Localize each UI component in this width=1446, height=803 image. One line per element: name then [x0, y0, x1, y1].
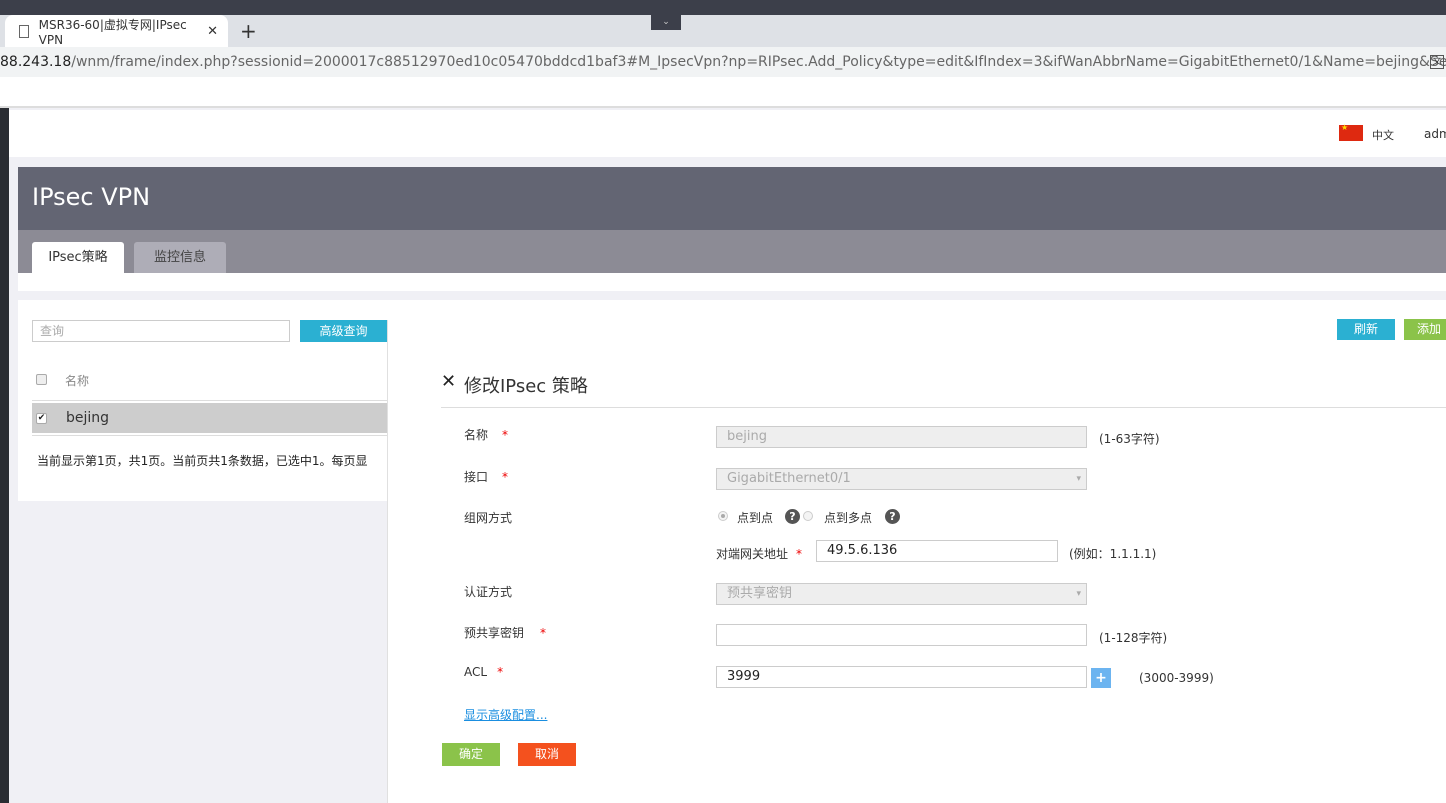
- bookmarks-bar: [0, 77, 1446, 108]
- auth-method-label: 认证方式: [464, 585, 513, 599]
- user-menu[interactable]: adm: [1424, 127, 1446, 141]
- refresh-button[interactable]: 刷新: [1337, 319, 1395, 340]
- tab-bar: [18, 230, 1446, 273]
- help-icon[interactable]: ?: [785, 509, 800, 524]
- tab-ipsec-policy[interactable]: IPsec策略: [32, 242, 124, 273]
- add-button[interactable]: 添加: [1404, 319, 1446, 340]
- divider: [441, 407, 1446, 408]
- name-field[interactable]: bejing: [716, 426, 1087, 448]
- help-icon[interactable]: ?: [885, 509, 900, 524]
- add-acl-icon[interactable]: +: [1091, 668, 1111, 688]
- required-mark: *: [540, 626, 547, 640]
- panel-header: [18, 167, 1446, 230]
- browser-tab[interactable]: MSR36-60|虚拟专网|IPsec VPN ✕: [5, 15, 228, 47]
- required-mark: *: [796, 547, 803, 561]
- list-pane-bottom: [18, 501, 387, 803]
- option-point-to-multipoint[interactable]: 点到多点: [824, 509, 872, 526]
- dialog-title: 修改IPsec 策略: [464, 376, 588, 397]
- chevron-down-icon[interactable]: ⌄: [651, 15, 681, 30]
- ok-button[interactable]: 确定: [442, 743, 500, 766]
- auth-method-select[interactable]: 预共享密钥: [716, 583, 1087, 605]
- advanced-query-button[interactable]: 高级查询: [300, 320, 387, 342]
- psk-hint: (1-128字符): [1099, 631, 1168, 645]
- select-all-checkbox[interactable]: [36, 374, 47, 385]
- tab-monitor-info[interactable]: 监控信息: [134, 242, 226, 273]
- label-text: ACL: [464, 665, 488, 679]
- url-host: 88.243.18: [0, 54, 72, 70]
- address-bar[interactable]: 88.243.18/wnm/frame/index.php?sessionid=…: [0, 47, 1446, 77]
- acl-input[interactable]: 3999: [716, 666, 1087, 688]
- browser-tab-strip: MSR36-60|虚拟专网|IPsec VPN ✕ + ⌄: [0, 15, 1446, 47]
- translate-icon[interactable]: 文: [1430, 55, 1444, 69]
- interface-select[interactable]: GigabitEthernet0/1: [716, 468, 1087, 490]
- psk-label: 预共享密钥 *: [464, 624, 546, 641]
- peer-gateway-input[interactable]: 49.5.6.136: [816, 540, 1058, 562]
- pane-divider: [387, 320, 388, 803]
- cancel-button[interactable]: 取消: [518, 743, 576, 766]
- label-text: 名称: [464, 428, 489, 442]
- interface-label: 接口 *: [464, 468, 508, 485]
- peer-gateway-hint: (例如：1.1.1.1): [1069, 547, 1157, 561]
- divider: [32, 400, 387, 401]
- radio-point-to-point[interactable]: [718, 511, 728, 521]
- side-frame: [0, 108, 9, 803]
- row-name[interactable]: bejing: [66, 410, 109, 426]
- page-title: IPsec VPN: [32, 183, 151, 211]
- tab-content-top: [18, 273, 1446, 291]
- document-icon: [19, 24, 29, 38]
- required-mark: *: [502, 428, 509, 442]
- acl-hint: (3000-3999): [1139, 671, 1214, 685]
- option-point-to-point[interactable]: 点到点: [737, 509, 773, 526]
- close-icon[interactable]: ✕: [441, 371, 456, 392]
- required-mark: *: [502, 470, 509, 484]
- url-path: /wnm/frame/index.php?sessionid=2000017c8…: [71, 54, 1446, 70]
- close-tab-icon[interactable]: ✕: [207, 24, 218, 39]
- acl-label: ACL *: [464, 665, 503, 679]
- column-header-name[interactable]: 名称: [65, 372, 89, 389]
- row-checkbox[interactable]: ✔: [36, 413, 47, 424]
- required-mark: *: [497, 665, 504, 679]
- show-advanced-link[interactable]: 显示高级配置...: [464, 706, 547, 723]
- divider: [32, 435, 387, 436]
- radio-point-to-multipoint[interactable]: [803, 511, 813, 521]
- name-label: 名称 *: [464, 426, 508, 443]
- label-text: 对端网关地址: [716, 547, 789, 561]
- china-flag-icon[interactable]: [1339, 123, 1363, 141]
- name-hint: (1-63字符): [1099, 432, 1160, 446]
- pager-info: 当前显示第1页，共1页。当前页共1条数据，已选中1。每页显: [37, 454, 368, 468]
- user-bar: [9, 110, 1446, 157]
- network-mode-label: 组网方式: [464, 511, 513, 525]
- language-switch[interactable]: 中文: [1372, 127, 1394, 143]
- label-text: 预共享密钥: [464, 626, 525, 640]
- browser-tab-title: MSR36-60|虚拟专网|IPsec VPN: [38, 17, 187, 47]
- search-input[interactable]: [32, 320, 290, 342]
- browser-title-bar: [0, 0, 1446, 15]
- psk-input[interactable]: [716, 624, 1087, 646]
- new-tab-button[interactable]: +: [240, 19, 257, 43]
- label-text: 接口: [464, 470, 489, 484]
- peer-gateway-label: 对端网关地址 *: [716, 545, 802, 562]
